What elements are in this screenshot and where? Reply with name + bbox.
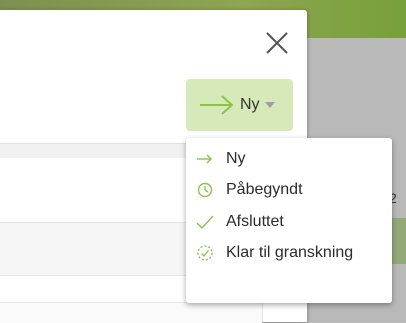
close-icon <box>266 32 288 54</box>
checkmark-icon <box>196 215 214 229</box>
menu-item-label: Afsluttet <box>226 212 284 230</box>
status-dropdown-label: Ny <box>240 96 260 113</box>
chevron-down-icon <box>264 102 275 108</box>
menu-item-afsluttet[interactable]: Afsluttet <box>186 206 392 238</box>
dashed-check-circle-icon <box>197 245 213 261</box>
clock-icon <box>197 183 213 198</box>
arrow-right-icon <box>197 154 212 164</box>
menu-item-klar-til-granskning[interactable]: Klar til granskning <box>186 238 392 270</box>
menu-item-label: Klar til granskning <box>226 244 354 262</box>
arrow-right-icon <box>200 95 234 115</box>
menu-item-label: Ny <box>226 149 246 167</box>
close-button[interactable] <box>262 28 292 58</box>
form-field <box>0 302 262 323</box>
menu-item-paabegyndt[interactable]: Påbegyndt <box>186 175 392 207</box>
menu-item-ny[interactable]: Ny <box>186 143 392 175</box>
status-dropdown-button[interactable]: Ny <box>186 79 293 131</box>
status-dropdown-menu: Ny Påbegyndt Afsluttet Klar til granskni… <box>186 138 392 303</box>
menu-item-label: Påbegyndt <box>226 181 303 199</box>
